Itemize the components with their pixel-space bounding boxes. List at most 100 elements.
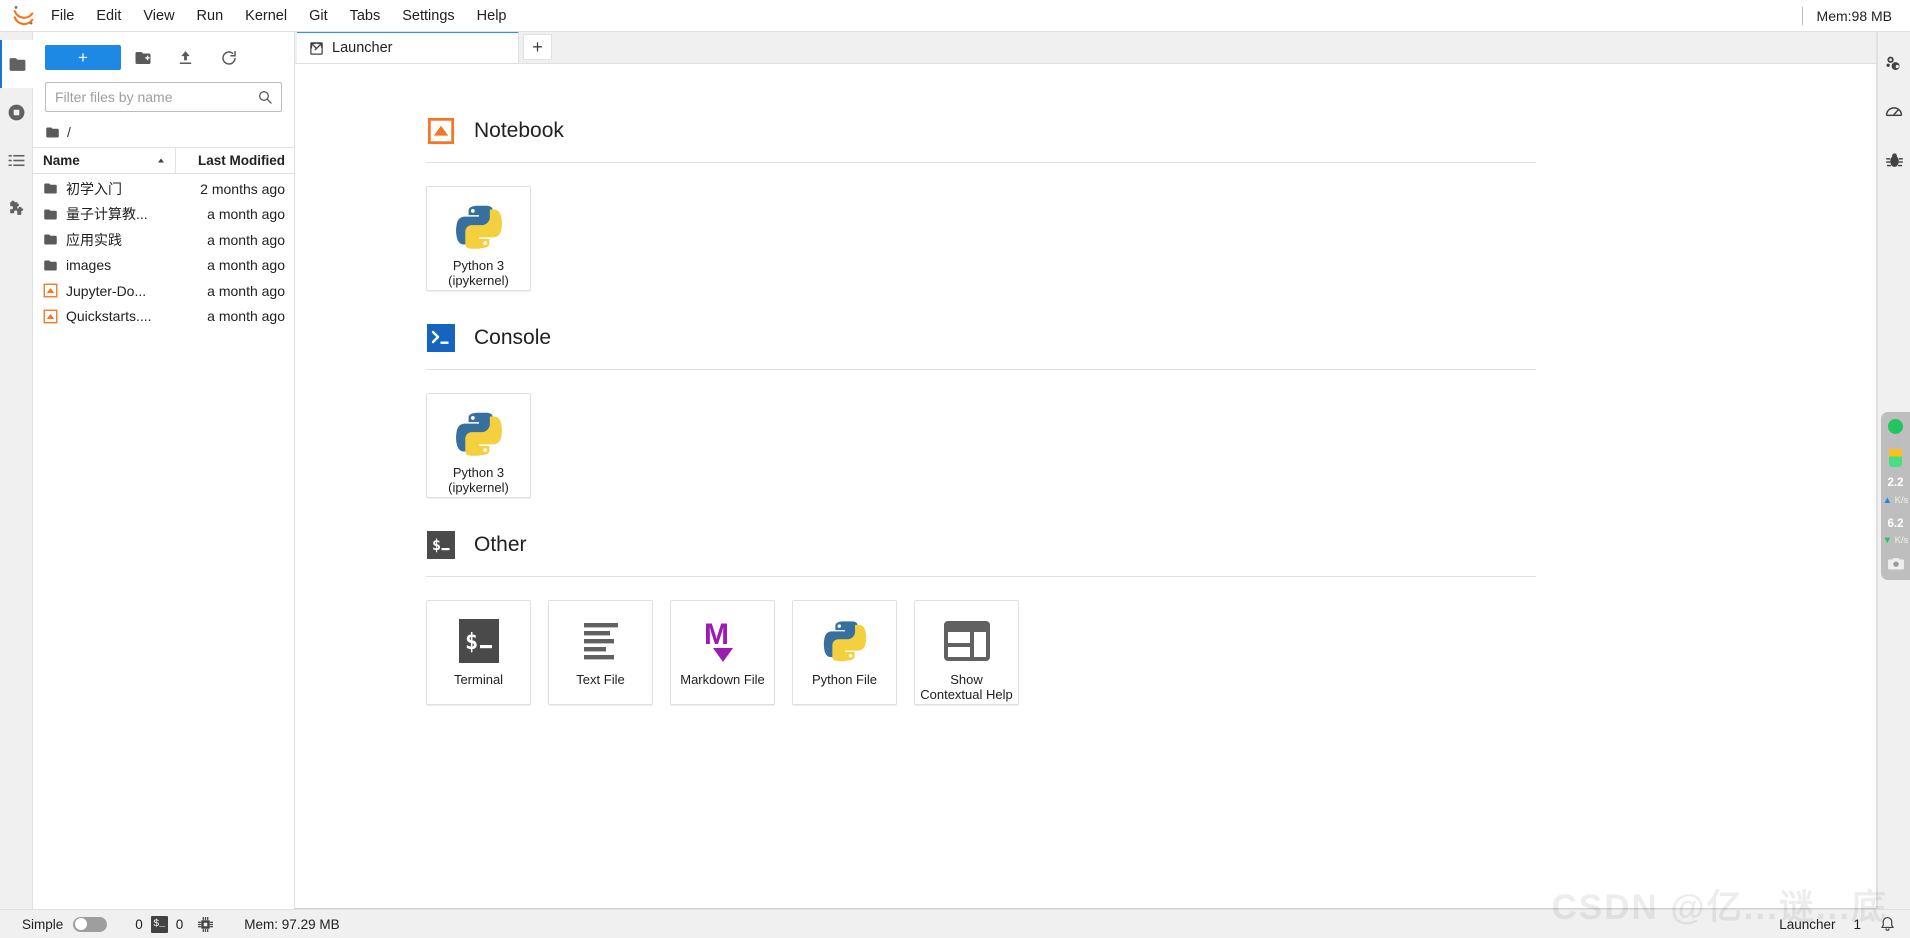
sort-asc-icon [158, 158, 164, 162]
menu-view[interactable]: View [132, 0, 185, 32]
file-list: 初学入门 2 months ago 量子计算教... a month ago 应… [33, 174, 294, 909]
table-row[interactable]: images a month ago [33, 253, 294, 279]
menu-kernel[interactable]: Kernel [234, 0, 298, 32]
file-name-label: 量子计算教... [66, 206, 148, 223]
upload-speed-unit: ▲ K/s [1882, 494, 1909, 506]
file-browser-panel: + Filter files by name / Name Last Modif… [33, 32, 295, 909]
menu-settings[interactable]: Settings [391, 0, 465, 32]
terminal-icon: $_ [150, 915, 168, 933]
left-sidebar-rail [0, 32, 33, 909]
file-filter-box[interactable] [45, 82, 282, 112]
section-header: Notebook [426, 116, 1536, 162]
launcher-section-console: Console Python 3 (ipykernel) [426, 323, 1536, 524]
table-row[interactable]: 应用实践 a month ago [33, 227, 294, 253]
folder-icon [44, 260, 57, 271]
card-text-file[interactable]: Text File [548, 600, 653, 705]
console-icon [426, 323, 456, 353]
new-folder-button[interactable] [121, 44, 164, 72]
card-label: Show Contextual Help [915, 667, 1018, 702]
download-speed-group: 6.2 ▼ K/s [1883, 513, 1909, 549]
section-title: Notebook [474, 119, 564, 142]
toggle-switch[interactable] [73, 916, 108, 932]
sidebar-item-table-of-contents[interactable] [0, 136, 33, 184]
file-filter-wrapper [33, 80, 294, 120]
search-input[interactable] [46, 89, 257, 105]
card-notebook-python3[interactable]: Python 3 (ipykernel) [426, 186, 531, 291]
kernel-count: 0 [135, 916, 143, 932]
column-header-name[interactable]: Name [33, 148, 176, 173]
section-header: $ Other [426, 530, 1536, 576]
file-name-cell: 初学入门 [33, 179, 176, 199]
card-python-file[interactable]: Python File [792, 600, 897, 705]
network-monitor-widget[interactable]: 2.2 ▲ K/s 6.2 ▼ K/s [1881, 412, 1910, 581]
new-launcher-button[interactable]: + [45, 45, 121, 70]
column-header-last-modified[interactable]: Last Modified [176, 153, 294, 168]
upload-button[interactable] [164, 44, 207, 72]
status-dot-icon [1888, 419, 1903, 434]
file-name-cell: Quickstarts.... [33, 308, 176, 324]
puzzle-icon [9, 200, 23, 215]
refresh-button[interactable] [207, 44, 250, 72]
file-browser-toolbar: + [33, 32, 294, 80]
card-console-python3[interactable]: Python 3 (ipykernel) [426, 393, 531, 498]
menu-edit[interactable]: Edit [85, 0, 132, 32]
file-modified-cell: a month ago [207, 206, 285, 223]
notebook-icon [43, 309, 58, 324]
sidebar-item-performance-monitor[interactable] [1878, 88, 1910, 136]
contextual-help-icon [943, 615, 990, 667]
card-label: Terminal [453, 672, 504, 687]
folder-icon [44, 183, 57, 194]
card-label: Markdown File [680, 672, 765, 687]
memory-gauge-bar [1889, 439, 1902, 467]
sidebar-item-running-terminals[interactable] [0, 88, 33, 136]
file-name-label: 初学入门 [66, 180, 122, 197]
table-row[interactable]: Jupyter-Do... a month ago [33, 278, 294, 304]
menu-file[interactable]: File [40, 0, 85, 32]
menu-help[interactable]: Help [466, 0, 518, 32]
sidebar-item-property-inspector[interactable] [1878, 40, 1910, 88]
simple-mode-toggle[interactable]: Simple [22, 916, 108, 932]
status-bar-left: Simple 0 $_ 0 Mem: 97.29 MB [0, 915, 340, 933]
tab-launcher[interactable]: Launcher [297, 31, 519, 63]
tab-label: Launcher [332, 40, 393, 56]
new-tab-button[interactable]: + [523, 34, 552, 60]
card-label: Python File [811, 672, 878, 687]
upload-icon [179, 51, 192, 65]
sidebar-item-debugger[interactable] [1878, 136, 1910, 184]
folder-icon [44, 234, 57, 245]
table-row[interactable]: 初学入门 2 months ago [33, 176, 294, 202]
launcher-section-notebook: Notebook Python 3 (ipykernel) [426, 116, 1536, 317]
table-row[interactable]: 量子计算教... a month ago [33, 202, 294, 228]
tab-bar: Launcher + [295, 31, 1876, 64]
kernel-count-item[interactable]: 0 $_ 0 [135, 915, 183, 933]
file-name-label: 应用实践 [66, 231, 122, 248]
card-contextual-help[interactable]: Show Contextual Help [914, 600, 1019, 705]
file-name-cell: 应用实践 [33, 230, 176, 250]
section-title: Console [474, 326, 552, 349]
bell-icon[interactable] [1879, 914, 1896, 934]
menu-tabs[interactable]: Tabs [339, 0, 392, 32]
file-name-label: Jupyter-Do... [66, 282, 147, 299]
notebook-icon [43, 283, 58, 298]
breadcrumb[interactable]: / [33, 120, 294, 147]
camera-icon[interactable] [1887, 553, 1904, 575]
table-row[interactable]: Quickstarts.... a month ago [33, 304, 294, 330]
cpu-usage-item[interactable] [197, 916, 214, 933]
folder-icon [44, 209, 57, 220]
gauge-icon [1885, 107, 1903, 117]
card-label: Text File [576, 672, 625, 687]
column-header-name-label: Name [43, 153, 80, 168]
menu-run[interactable]: Run [186, 0, 235, 32]
download-speed-unit: ▼ K/s [1882, 535, 1909, 547]
refresh-icon [221, 50, 236, 65]
menu-git[interactable]: Git [298, 0, 339, 32]
card-terminal[interactable]: $ Terminal [426, 600, 531, 705]
sidebar-item-file-browser[interactable] [0, 40, 33, 88]
active-widget-label[interactable]: Launcher [1779, 917, 1835, 932]
file-name-cell: images [33, 257, 176, 273]
sidebar-item-extension-manager[interactable] [0, 184, 33, 232]
breadcrumb-path: / [67, 124, 71, 140]
arrow-down-icon: ▼ [1882, 535, 1893, 547]
card-markdown-file[interactable]: M Markdown File [670, 600, 775, 705]
main-area: + Filter files by name / Name Last Modif… [0, 31, 1910, 909]
